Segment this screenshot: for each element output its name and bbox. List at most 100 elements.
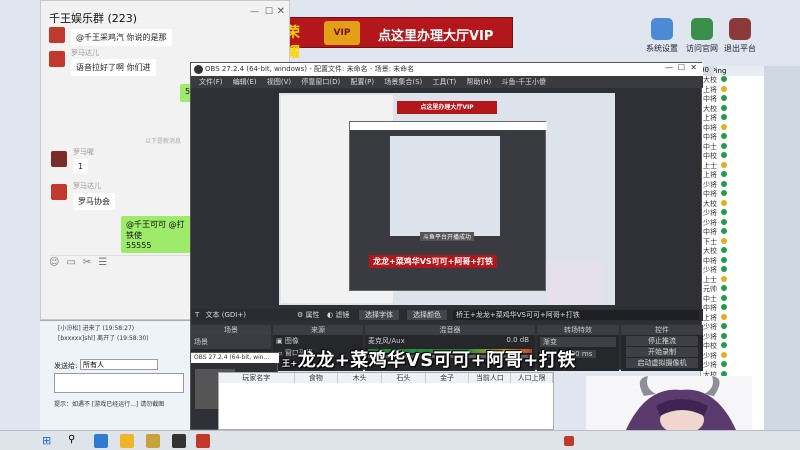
properties-button[interactable]: ⚙ 属性 bbox=[297, 309, 320, 321]
mixer-channel-label: 麦克风/Aux bbox=[368, 337, 405, 345]
rank-row[interactable]: 上将 bbox=[701, 313, 764, 324]
app-taskbar-icon[interactable] bbox=[196, 434, 210, 448]
chat-title: 千王娱乐群 (223) bbox=[49, 12, 138, 25]
rank-row[interactable]: 上士 bbox=[701, 161, 764, 172]
tray-icon[interactable] bbox=[564, 436, 574, 446]
filters-button[interactable]: ◐ 滤镜 bbox=[327, 309, 349, 321]
rank-row[interactable]: 下士 bbox=[701, 237, 764, 248]
minimize-icon[interactable]: — bbox=[250, 7, 259, 17]
menu-file[interactable]: 文件(F) bbox=[199, 78, 223, 86]
menu-profile[interactable]: 配置(P) bbox=[350, 78, 374, 86]
rank-label: 中将 bbox=[703, 228, 717, 236]
minimize-icon[interactable]: — bbox=[665, 63, 673, 72]
ping-indicator-icon bbox=[721, 361, 727, 367]
menu-view[interactable]: 视图(V) bbox=[267, 78, 291, 86]
rank-row[interactable]: 少将 bbox=[701, 218, 764, 229]
rank-label: 中士 bbox=[703, 294, 717, 303]
stop-streaming-button[interactable]: 停止推流 bbox=[626, 336, 698, 346]
maximize-icon[interactable]: ☐ bbox=[265, 7, 273, 17]
menu-scene-collection[interactable]: 场景集合(S) bbox=[384, 78, 422, 86]
select-font-button[interactable]: 选择字体 bbox=[359, 310, 399, 320]
rank-row[interactable]: 少将 bbox=[701, 332, 764, 343]
folder-icon[interactable] bbox=[120, 434, 134, 448]
obs-taskbar-icon[interactable] bbox=[172, 434, 186, 448]
controls-dock-header: 控件 bbox=[621, 325, 703, 335]
rank-row[interactable]: 中将 bbox=[701, 256, 764, 267]
new-messages-divider: 以下是新消息 bbox=[145, 138, 182, 145]
column-header: 金子 bbox=[426, 373, 470, 383]
rank-row[interactable]: 中将 bbox=[701, 190, 764, 200]
rank-row[interactable]: 中将 bbox=[701, 123, 764, 134]
exit-platform-button[interactable]: 退出平台 bbox=[722, 18, 758, 62]
rank-row[interactable]: 中将 bbox=[701, 95, 764, 105]
rank-row[interactable]: 少将 bbox=[701, 209, 764, 219]
rank-row[interactable]: 少将 bbox=[701, 266, 764, 276]
column-header: 当前人口 bbox=[469, 373, 512, 383]
character-illustration bbox=[626, 376, 736, 430]
menu-help[interactable]: 帮助(H) bbox=[467, 78, 492, 86]
rank-row[interactable]: 上将 bbox=[701, 171, 764, 181]
scene-item[interactable]: 场景 bbox=[191, 335, 271, 349]
own-chat-message: @千王可可 @打铁使 55555 bbox=[121, 216, 193, 253]
rank-row[interactable]: 上将 bbox=[701, 114, 764, 124]
chat-input[interactable] bbox=[54, 373, 184, 393]
ping-indicator-icon bbox=[721, 313, 727, 320]
virtual-camera-button[interactable]: 启动虚拟摄像机 bbox=[626, 358, 698, 368]
ping-indicator-icon bbox=[721, 133, 727, 139]
rank-row[interactable]: 少将 bbox=[701, 361, 764, 371]
system-settings-button[interactable]: 系统设置 bbox=[644, 18, 680, 62]
menu-tools[interactable]: 工具(T) bbox=[433, 78, 457, 86]
rank-row[interactable]: 元帅 bbox=[701, 285, 764, 295]
rank-row[interactable]: 中士 bbox=[701, 294, 764, 305]
select-color-button[interactable]: 选择颜色 bbox=[407, 310, 447, 320]
rank-row[interactable]: 中校 bbox=[701, 342, 764, 352]
rank-row[interactable]: 大校 bbox=[701, 76, 764, 86]
rank-label: 大校 bbox=[703, 104, 717, 113]
rank-row[interactable]: 少将 bbox=[701, 351, 764, 362]
scenes-dock-header: 场景 bbox=[191, 325, 271, 335]
close-icon[interactable]: ✕ bbox=[277, 6, 285, 17]
rank-label: 元帅 bbox=[703, 285, 717, 293]
maximize-icon[interactable]: ☐ bbox=[678, 63, 685, 72]
rank-row[interactable]: 中将 bbox=[701, 228, 764, 238]
rank-row[interactable]: 少将 bbox=[701, 323, 764, 333]
ping-indicator-icon bbox=[721, 294, 727, 301]
obs-preview-canvas[interactable]: 点这里办理大厅VIP 斗鱼平台开播成功 龙龙+菜鸡华VS可可+阿哥+打铁 bbox=[279, 93, 615, 305]
close-icon[interactable]: ✕ bbox=[690, 63, 697, 72]
transitions-dock-header: 转场特效 bbox=[537, 325, 619, 335]
controls-dock: 停止推流 开始录制 启动虚拟摄像机 bbox=[621, 335, 703, 371]
cut-icon[interactable]: ✂ bbox=[83, 257, 98, 268]
sender-name: 罗马达儿 bbox=[73, 182, 101, 190]
rank-row[interactable]: 中将 bbox=[701, 304, 764, 314]
rank-row[interactable]: 上士 bbox=[701, 275, 764, 286]
menu-docks[interactable]: 停靠窗口(D) bbox=[301, 78, 340, 86]
rank-label: 中将 bbox=[703, 95, 717, 103]
rank-row[interactable]: 大校 bbox=[701, 104, 764, 115]
emoji-icon[interactable]: ☺ bbox=[49, 257, 66, 268]
windows-start-icon[interactable]: ⊞ bbox=[42, 434, 56, 448]
rank-row[interactable]: 中将 bbox=[701, 133, 764, 143]
menu-stream-account[interactable]: 斗鱼-千王小傻 bbox=[501, 78, 546, 86]
streamer-character-art bbox=[586, 376, 752, 430]
menu-edit[interactable]: 编辑(E) bbox=[233, 78, 257, 86]
rank-row[interactable]: 中士 bbox=[701, 142, 764, 153]
browser-icon[interactable] bbox=[94, 434, 108, 448]
rank-row[interactable]: 大校 bbox=[701, 199, 764, 210]
rank-label: 少将 bbox=[703, 361, 717, 369]
vip-banner[interactable]: 荣耀 VIP 点这里办理大厅VIP bbox=[285, 17, 513, 61]
chat-message: @千王采鸡汽 你说的是那 bbox=[71, 29, 172, 46]
text-input[interactable]: 桥王+龙龙+菜鸡华VS可可+阿哥+打铁 bbox=[453, 310, 699, 320]
visit-website-button[interactable]: 访问官网 bbox=[684, 18, 720, 62]
rank-row[interactable]: 少将 bbox=[701, 180, 764, 191]
subtitle-prefix: 王+ bbox=[282, 359, 298, 368]
game-icon[interactable] bbox=[146, 434, 160, 448]
obs-menubar: 文件(F) 编辑(E) 视图(V) 停靠窗口(D) 配置(P) 场景集合(S) … bbox=[191, 76, 703, 88]
folder-icon[interactable]: ▭ bbox=[66, 257, 82, 268]
search-icon[interactable]: ⚲ bbox=[68, 434, 82, 448]
start-recording-button[interactable]: 开始录制 bbox=[626, 347, 698, 357]
rank-row[interactable]: 上将 bbox=[701, 85, 764, 96]
rank-row[interactable]: 中校 bbox=[701, 152, 764, 162]
history-icon[interactable]: ☰ bbox=[98, 257, 114, 268]
rank-row[interactable]: 大校 bbox=[701, 247, 764, 257]
send-to-select[interactable]: 所有人 bbox=[80, 359, 158, 370]
